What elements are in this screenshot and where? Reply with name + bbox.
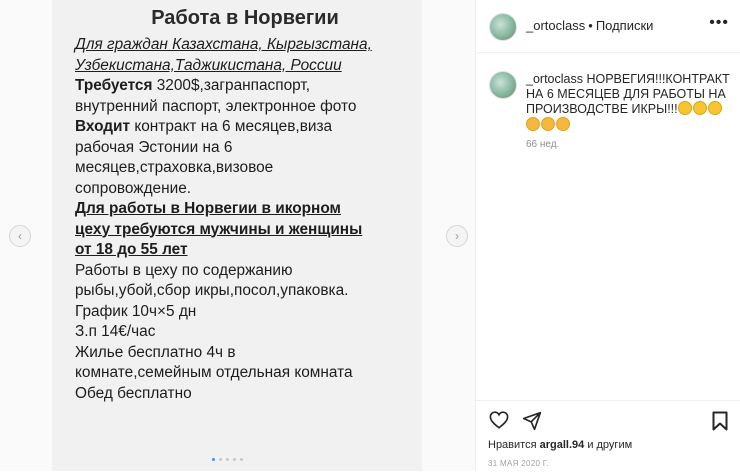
- face-savoring-emoji: [707, 101, 722, 115]
- post-image-text-segment: Работы в цеху по содержанию: [75, 261, 293, 279]
- astonished-face-emoji: [541, 116, 555, 131]
- carousel-dots: [212, 458, 243, 461]
- post-image-line: комнате,семейным отдельная комната: [75, 363, 415, 384]
- carousel-next-button[interactable]: ›: [446, 225, 468, 247]
- post-header: _ortoclass • Подписки •••: [476, 0, 740, 53]
- carousel-dot[interactable]: [240, 458, 243, 461]
- post-image-text-segment: рыбы,убой,сбор икры,посол,упаковка.: [75, 282, 349, 299]
- post-image: Работа в Норвегии Для граждан Казахстана…: [52, 0, 422, 471]
- liked-by-user-link[interactable]: argall.94: [540, 439, 585, 451]
- post-image-text-segment: Для работы в Норвегии в икорном: [75, 200, 341, 217]
- likes-suffix[interactable]: и другим: [587, 439, 632, 451]
- carousel-prev-button[interactable]: ‹: [9, 225, 31, 247]
- post-image-line: Для работы в Норвегии в икорном: [75, 199, 415, 220]
- following-button[interactable]: Подписки: [596, 18, 654, 33]
- post-image-line: Для граждан Казахстана, Кыргызстана,: [75, 35, 415, 56]
- post-image-line: рыбы,убой,сбор икры,посол,упаковка.: [75, 281, 415, 302]
- carousel-dot[interactable]: [212, 458, 215, 461]
- likes-summary: Нравится argall.94 и другим: [488, 439, 632, 451]
- save-bookmark-icon[interactable]: [712, 411, 728, 431]
- post-image-text: Работа в Норвегии Для граждан Казахстана…: [75, 4, 415, 404]
- post-date: 31 МАЯ 2020 Г.: [488, 459, 549, 468]
- face-savoring-emoji: [692, 101, 707, 115]
- post-image-line: График 10ч×5 дн: [75, 302, 415, 323]
- post-image-line: внутренний паспорт, электронное фото: [75, 97, 415, 118]
- avatar[interactable]: [489, 13, 517, 41]
- post-image-text-segment: Жилье бесплатно 4ч в: [75, 343, 236, 361]
- post-image-text-segment: комнате,семейным отдельная комната: [75, 364, 353, 381]
- header-username-link[interactable]: _ortoclass: [526, 18, 585, 33]
- post-image-line: рабочая Эстонии на 6: [75, 138, 415, 159]
- post-image-line: З.п 14€/час: [75, 322, 415, 343]
- post-image-text-segment: Требуется: [75, 77, 153, 94]
- post-image-text-segment: контракт на 6 месяцев,виза: [130, 118, 333, 135]
- caption-avatar[interactable]: [489, 71, 517, 99]
- post-image-text-segment: Для граждан Казахстана, Кыргызстана,: [75, 36, 372, 53]
- post-image-text-segment: месяцев,страховка,визовое: [75, 159, 274, 176]
- post-image-text-segment: внутренний паспорт, электронное фото: [75, 97, 357, 115]
- post-image-text-segment: сопровождение.: [75, 179, 192, 197]
- header-separator: •: [588, 18, 593, 33]
- post-image-line: Требуется 3200$,загранпаспорт,: [75, 76, 415, 97]
- astonished-face-emoji: [556, 116, 570, 131]
- more-options-icon[interactable]: •••: [709, 14, 729, 32]
- post-image-text-segment: Обед бесплатно: [75, 384, 192, 402]
- caption-username-link[interactable]: _ortoclass: [526, 72, 583, 86]
- post-image-line: Обед бесплатно: [75, 384, 415, 405]
- post-image-lines: Для граждан Казахстана, Кыргызстана, Узбе…: [75, 35, 415, 404]
- post-image-line: от 18 до 55 лет: [75, 240, 415, 261]
- post-image-line: Узбекистана,Таджикистана, России: [75, 56, 415, 77]
- post-image-line: месяцев,страховка,визовое: [75, 158, 415, 179]
- post-image-text-segment: График 10ч×5 дн: [75, 302, 197, 320]
- post-image-line: Работы в цеху по содержанию: [75, 261, 415, 282]
- post-media-area: Работа в Норвегии Для граждан Казахстана…: [0, 0, 475, 471]
- likes-prefix: Нравится: [488, 439, 537, 451]
- post-image-text-segment: З.п 14€/час: [75, 323, 156, 340]
- caption: _ortoclass НОРВЕГИЯ!!!КОНТРАКТ НА 6 МЕСЯ…: [526, 72, 731, 132]
- post-image-text-segment: цеху требуются мужчины и женщины: [75, 220, 363, 238]
- post-image-text-segment: Входит: [75, 118, 131, 135]
- carousel-dot[interactable]: [233, 458, 236, 461]
- share-send-icon[interactable]: [522, 411, 542, 431]
- post-image-line: Жилье бесплатно 4ч в: [75, 343, 415, 364]
- post-image-text-segment: рабочая Эстонии на 6: [75, 138, 233, 156]
- post-image-line: цеху требуются мужчины и женщины: [75, 220, 415, 241]
- header-user-line: _ortoclass • Подписки: [526, 18, 653, 33]
- post-image-text-segment: от 18 до 55 лет: [75, 241, 188, 258]
- carousel-dot[interactable]: [226, 458, 229, 461]
- post-image-text-segment: 3200$,загранпаспорт,: [152, 77, 310, 94]
- post-actions: Нравится argall.94 и другим 31 МАЯ 2020 …: [476, 400, 740, 472]
- astonished-face-emoji: [526, 116, 540, 131]
- caption-time-ago: 66 нед.: [526, 139, 560, 150]
- face-savoring-emoji: [677, 101, 692, 115]
- post-image-line: сопровождение.: [75, 179, 415, 200]
- post-image-line: Входит контракт на 6 месяцев,виза: [75, 117, 415, 138]
- post-image-title: Работа в Норвегии: [151, 7, 339, 29]
- carousel-dot[interactable]: [219, 458, 222, 461]
- post-image-text-segment: Узбекистана,Таджикистана, России: [75, 56, 342, 74]
- post-details-panel: _ortoclass • Подписки ••• _ortoclass НОРВЕ…: [475, 0, 740, 471]
- like-heart-icon[interactable]: [489, 411, 509, 429]
